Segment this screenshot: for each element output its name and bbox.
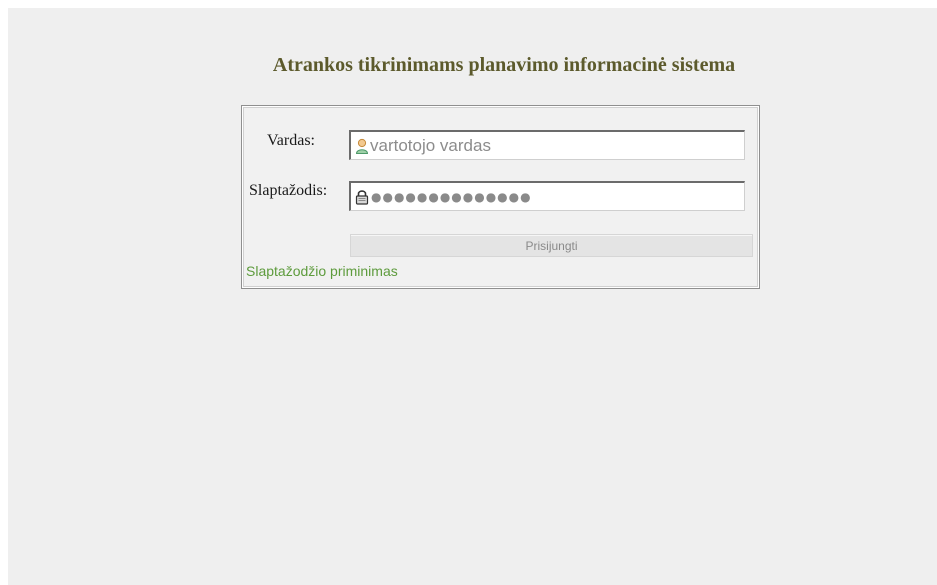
username-field[interactable]: vartotojo vardas <box>349 130 745 160</box>
password-label: Slaptažodis: <box>249 182 328 199</box>
username-placeholder: vartotojo vardas <box>370 135 491 155</box>
page-background: Atrankos tikrinimams planavimo informaci… <box>8 8 937 585</box>
user-icon <box>355 138 369 154</box>
password-field[interactable]: ●●●●●●●●●●●●●● <box>349 181 745 211</box>
login-button[interactable]: Prisijungti <box>350 234 753 257</box>
password-masked-value: ●●●●●●●●●●●●●● <box>371 189 532 204</box>
password-reminder-link[interactable]: Slaptažodžio priminimas <box>246 263 398 279</box>
lock-icon <box>355 189 369 205</box>
page-title: Atrankos tikrinimams planavimo informaci… <box>272 54 736 76</box>
username-label: Vardas: <box>267 132 315 149</box>
login-form: Vardas: vartotojo vardas Slaptažodis: ●●… <box>241 105 760 289</box>
